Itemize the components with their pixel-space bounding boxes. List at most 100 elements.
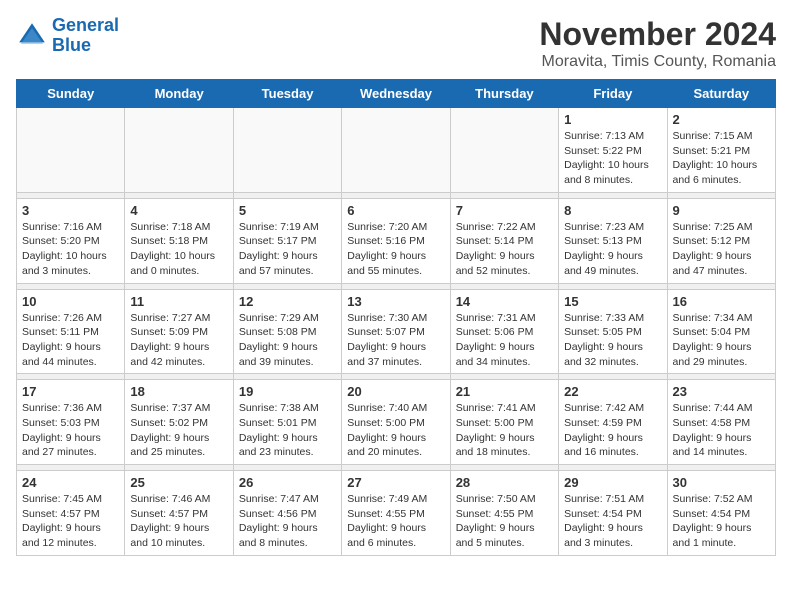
day-number: 30 — [673, 475, 770, 490]
weekday-header-row: SundayMondayTuesdayWednesdayThursdayFrid… — [17, 80, 776, 108]
day-number: 6 — [347, 203, 444, 218]
day-cell: 30Sunrise: 7:52 AM Sunset: 4:54 PM Dayli… — [667, 471, 775, 556]
calendar: SundayMondayTuesdayWednesdayThursdayFrid… — [16, 79, 776, 556]
weekday-header-saturday: Saturday — [667, 80, 775, 108]
day-info: Sunrise: 7:19 AM Sunset: 5:17 PM Dayligh… — [239, 220, 336, 279]
day-cell: 20 Sunrise: 7:40 AM Sunset: 5:00 PM Dayli… — [342, 380, 450, 465]
day-cell: 6 Sunrise: 7:20 AM Sunset: 5:16 PM Daylig… — [342, 198, 450, 283]
day-number: 21 — [456, 384, 553, 399]
day-number: 16 — [673, 294, 770, 309]
logo: General Blue — [16, 16, 119, 56]
day-cell: 7Sunrise: 7:22 AM Sunset: 5:14 PM Daylig… — [450, 198, 558, 283]
week-row-3: 17 Sunrise: 7:36 AM Sunset: 5:03 PM Dayli… — [17, 380, 776, 465]
day-info: Sunrise: 7:13 AM Sunset: 5:22 PM Dayligh… — [564, 129, 661, 188]
day-number: 7 — [456, 203, 553, 218]
day-cell: 19Sunrise: 7:38 AM Sunset: 5:01 PM Dayli… — [233, 380, 341, 465]
day-number: 24 — [22, 475, 119, 490]
day-number: 8 — [564, 203, 661, 218]
weekday-header-wednesday: Wednesday — [342, 80, 450, 108]
day-cell: 9 Sunrise: 7:25 AM Sunset: 5:12 PM Daylig… — [667, 198, 775, 283]
day-number: 23 — [673, 384, 770, 399]
day-cell: 15Sunrise: 7:33 AM Sunset: 5:05 PM Dayli… — [559, 289, 667, 374]
day-number: 4 — [130, 203, 227, 218]
day-info: Sunrise: 7:49 AM Sunset: 4:55 PM Dayligh… — [347, 492, 444, 551]
day-cell: 21Sunrise: 7:41 AM Sunset: 5:00 PM Dayli… — [450, 380, 558, 465]
day-info: Sunrise: 7:23 AM Sunset: 5:13 PM Dayligh… — [564, 220, 661, 279]
month-title: November 2024 — [539, 16, 776, 53]
day-cell: 10 Sunrise: 7:26 AM Sunset: 5:11 PM Dayli… — [17, 289, 125, 374]
day-info: Sunrise: 7:50 AM Sunset: 4:55 PM Dayligh… — [456, 492, 553, 551]
day-info: Sunrise: 7:51 AM Sunset: 4:54 PM Dayligh… — [564, 492, 661, 551]
day-number: 22 — [564, 384, 661, 399]
logo-line1: General — [52, 15, 119, 35]
day-number: 25 — [130, 475, 227, 490]
weekday-header-monday: Monday — [125, 80, 233, 108]
day-number: 20 — [347, 384, 444, 399]
day-cell: 14 Sunrise: 7:31 AM Sunset: 5:06 PM Dayli… — [450, 289, 558, 374]
day-cell: 18Sunrise: 7:37 AM Sunset: 5:02 PM Dayli… — [125, 380, 233, 465]
day-number: 13 — [347, 294, 444, 309]
day-info: Sunrise: 7:18 AM Sunset: 5:18 PM Dayligh… — [130, 220, 227, 279]
day-number: 28 — [456, 475, 553, 490]
day-number: 27 — [347, 475, 444, 490]
day-info: Sunrise: 7:45 AM Sunset: 4:57 PM Dayligh… — [22, 492, 119, 551]
day-cell: 28 Sunrise: 7:50 AM Sunset: 4:55 PM Dayli… — [450, 471, 558, 556]
day-cell: 16 Sunrise: 7:34 AM Sunset: 5:04 PM Dayli… — [667, 289, 775, 374]
day-info: Sunrise: 7:25 AM Sunset: 5:12 PM Dayligh… — [673, 220, 770, 279]
day-cell — [125, 108, 233, 193]
weekday-header-tuesday: Tuesday — [233, 80, 341, 108]
day-info: Sunrise: 7:46 AM Sunset: 4:57 PM Dayligh… — [130, 492, 227, 551]
weekday-header-friday: Friday — [559, 80, 667, 108]
day-cell: 4 Sunrise: 7:18 AM Sunset: 5:18 PM Daylig… — [125, 198, 233, 283]
weekday-header-sunday: Sunday — [17, 80, 125, 108]
day-cell: 29 Sunrise: 7:51 AM Sunset: 4:54 PM Dayli… — [559, 471, 667, 556]
day-number: 29 — [564, 475, 661, 490]
day-info: Sunrise: 7:15 AM Sunset: 5:21 PM Dayligh… — [673, 129, 770, 188]
day-number: 17 — [22, 384, 119, 399]
page-header: General Blue November 2024 Moravita, Tim… — [16, 16, 776, 71]
week-row-4: 24 Sunrise: 7:45 AM Sunset: 4:57 PM Dayli… — [17, 471, 776, 556]
day-cell: 13 Sunrise: 7:30 AM Sunset: 5:07 PM Dayli… — [342, 289, 450, 374]
day-info: Sunrise: 7:27 AM Sunset: 5:09 PM Dayligh… — [130, 311, 227, 370]
day-cell: 12 Sunrise: 7:29 AM Sunset: 5:08 PM Dayli… — [233, 289, 341, 374]
day-info: Sunrise: 7:29 AM Sunset: 5:08 PM Dayligh… — [239, 311, 336, 370]
day-cell — [450, 108, 558, 193]
day-cell — [342, 108, 450, 193]
weekday-header-thursday: Thursday — [450, 80, 558, 108]
day-cell: 1 Sunrise: 7:13 AM Sunset: 5:22 PM Daylig… — [559, 108, 667, 193]
day-info: Sunrise: 7:20 AM Sunset: 5:16 PM Dayligh… — [347, 220, 444, 279]
day-info: Sunrise: 7:26 AM Sunset: 5:11 PM Dayligh… — [22, 311, 119, 370]
day-info: Sunrise: 7:47 AM Sunset: 4:56 PM Dayligh… — [239, 492, 336, 551]
day-number: 10 — [22, 294, 119, 309]
day-info: Sunrise: 7:44 AM Sunset: 4:58 PM Dayligh… — [673, 401, 770, 460]
day-cell: 17 Sunrise: 7:36 AM Sunset: 5:03 PM Dayli… — [17, 380, 125, 465]
day-number: 3 — [22, 203, 119, 218]
day-number: 1 — [564, 112, 661, 127]
day-number: 12 — [239, 294, 336, 309]
day-info: Sunrise: 7:34 AM Sunset: 5:04 PM Dayligh… — [673, 311, 770, 370]
day-info: Sunrise: 7:16 AM Sunset: 5:20 PM Dayligh… — [22, 220, 119, 279]
day-cell — [233, 108, 341, 193]
day-number: 14 — [456, 294, 553, 309]
logo-line2: Blue — [52, 35, 91, 55]
week-row-1: 3 Sunrise: 7:16 AM Sunset: 5:20 PM Daylig… — [17, 198, 776, 283]
day-cell: 26Sunrise: 7:47 AM Sunset: 4:56 PM Dayli… — [233, 471, 341, 556]
day-number: 5 — [239, 203, 336, 218]
day-number: 9 — [673, 203, 770, 218]
day-info: Sunrise: 7:37 AM Sunset: 5:02 PM Dayligh… — [130, 401, 227, 460]
day-info: Sunrise: 7:40 AM Sunset: 5:00 PM Dayligh… — [347, 401, 444, 460]
day-cell: 5 Sunrise: 7:19 AM Sunset: 5:17 PM Daylig… — [233, 198, 341, 283]
day-number: 11 — [130, 294, 227, 309]
day-number: 15 — [564, 294, 661, 309]
day-cell: 8 Sunrise: 7:23 AM Sunset: 5:13 PM Daylig… — [559, 198, 667, 283]
day-info: Sunrise: 7:31 AM Sunset: 5:06 PM Dayligh… — [456, 311, 553, 370]
day-info: Sunrise: 7:38 AM Sunset: 5:01 PM Dayligh… — [239, 401, 336, 460]
logo-text: General Blue — [52, 16, 119, 56]
day-cell: 25 Sunrise: 7:46 AM Sunset: 4:57 PM Dayli… — [125, 471, 233, 556]
day-cell: 22Sunrise: 7:42 AM Sunset: 4:59 PM Dayli… — [559, 380, 667, 465]
week-row-0: 1 Sunrise: 7:13 AM Sunset: 5:22 PM Daylig… — [17, 108, 776, 193]
day-info: Sunrise: 7:30 AM Sunset: 5:07 PM Dayligh… — [347, 311, 444, 370]
day-info: Sunrise: 7:36 AM Sunset: 5:03 PM Dayligh… — [22, 401, 119, 460]
logo-icon — [16, 20, 48, 52]
day-cell: 23 Sunrise: 7:44 AM Sunset: 4:58 PM Dayli… — [667, 380, 775, 465]
